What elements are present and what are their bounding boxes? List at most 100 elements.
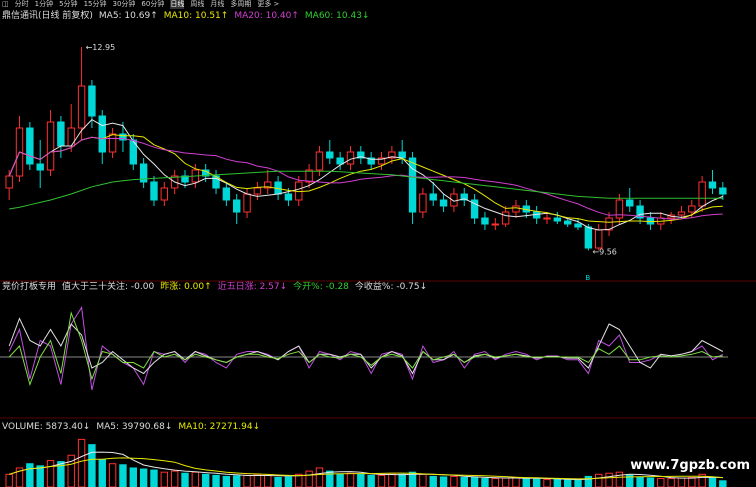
volume-bar xyxy=(139,468,148,487)
timeframe-tab[interactable]: 1分钟 xyxy=(35,0,53,9)
volume-bar xyxy=(470,476,479,487)
candle-body xyxy=(46,121,55,171)
volume-bar xyxy=(677,477,686,487)
volume-bar xyxy=(77,438,86,487)
indicator-v5: 今收益%: -0.75↓ xyxy=(354,282,428,292)
candle-body xyxy=(98,115,106,153)
price-header: 鼎信通讯(日线 前复权) MA5: 10.69↑ MA10: 10.51↑ MA… xyxy=(2,10,369,22)
volume-bar xyxy=(553,479,562,487)
volume-bar xyxy=(233,475,241,487)
volume-bar xyxy=(646,477,655,487)
timeframe-tab[interactable]: 月线 xyxy=(210,0,224,9)
indicator-name: 竞价打板专用 xyxy=(2,282,57,292)
candle-body xyxy=(150,181,158,201)
stock-title: 鼎信通讯(日线 前复权) xyxy=(2,11,93,21)
candle-body xyxy=(429,193,437,201)
ma10-value: MA10: 10.51↑ xyxy=(163,11,229,21)
volume-bar xyxy=(460,476,468,487)
low-price-label: ←9.56 xyxy=(592,247,617,256)
timeframe-tab[interactable]: 30分钟 xyxy=(112,0,135,9)
volume-bar xyxy=(388,473,396,487)
volume-value: VOLUME: 5873.40↓ xyxy=(2,422,91,432)
volume-bar xyxy=(212,474,220,487)
volume-bar xyxy=(160,471,169,487)
candle-body xyxy=(553,217,562,222)
volume-ma10: MA10: 27271.94↓ xyxy=(178,422,261,432)
ma5-value: MA5: 10.69↑ xyxy=(98,11,158,21)
timeframe-tab[interactable]: 更多 > xyxy=(257,0,279,9)
volume-bar xyxy=(150,469,158,487)
timeframe-tab[interactable]: 日线 xyxy=(170,0,185,9)
indicator-line-2 xyxy=(8,317,724,375)
candle-body xyxy=(284,193,293,201)
volume-bar xyxy=(605,472,613,487)
candle-body xyxy=(439,199,448,207)
candle-body xyxy=(253,187,262,195)
volume-bar xyxy=(584,475,593,487)
volume-bar xyxy=(98,458,106,487)
volume-bar xyxy=(429,475,437,487)
volume-ma5: MA5: 39790.68↓ xyxy=(96,422,173,432)
indicator-line-3 xyxy=(8,311,723,387)
ma60-value: MA60: 10.43↓ xyxy=(304,11,370,21)
volume-bar xyxy=(377,474,386,487)
timeframe-tab[interactable]: 5分钟 xyxy=(59,0,77,9)
candle-body xyxy=(326,151,334,159)
candle-body xyxy=(222,187,231,201)
indicator-chart[interactable] xyxy=(0,294,756,419)
candle-body xyxy=(481,217,489,225)
volume-bar xyxy=(170,470,179,487)
volume-bar xyxy=(574,479,582,487)
volume-bar xyxy=(357,473,365,487)
candle-body xyxy=(336,157,344,165)
timeframe-tab[interactable]: 多周期 xyxy=(230,0,251,9)
candle-body xyxy=(501,211,510,225)
candle-body xyxy=(574,223,582,228)
volume-bar xyxy=(688,476,696,487)
timeframe-tab[interactable]: 60分钟 xyxy=(141,0,164,9)
period-toolbar: ◫ 分时 1分钟 5分钟 15分钟 30分钟 60分钟 日线 周线 月线 多周期 更多 > xyxy=(0,0,756,9)
timeframe-tab[interactable]: 分时 xyxy=(15,0,29,9)
volume-bar xyxy=(398,473,406,487)
indicator-v2: 昨涨: 0.00↑ xyxy=(160,282,212,292)
timeframe-tab[interactable]: 15分钟 xyxy=(84,0,107,9)
volume-bar xyxy=(419,473,427,487)
buy-marker: B xyxy=(585,274,590,282)
candle-body xyxy=(626,199,634,207)
volume-bar xyxy=(450,475,458,487)
volume-bar xyxy=(191,471,200,487)
candle-body xyxy=(315,151,324,171)
candle-body xyxy=(419,193,427,213)
volume-bar xyxy=(543,479,551,487)
volume-bar xyxy=(708,476,717,487)
volume-bar xyxy=(336,473,344,487)
timeframe-tab[interactable]: 周线 xyxy=(190,0,204,9)
candle-body xyxy=(5,175,13,189)
candle-body xyxy=(595,229,603,249)
volume-bar xyxy=(284,476,293,487)
volume-bar xyxy=(491,478,499,487)
candle-body xyxy=(398,151,406,159)
ma20-value: MA20: 10.40↑ xyxy=(234,11,299,21)
candle-body xyxy=(543,217,551,220)
candle-body xyxy=(677,211,686,216)
volume-bar xyxy=(532,478,541,487)
volume-bar xyxy=(181,472,189,487)
volume-bar xyxy=(46,460,55,487)
volume-bar xyxy=(253,473,262,487)
volume-bar xyxy=(88,444,96,487)
candle-body xyxy=(688,205,696,213)
volume-bar xyxy=(129,467,137,487)
chart-icon[interactable]: ◫ xyxy=(2,0,9,9)
indicator-v1: 值大于三十关注: -0.00 xyxy=(62,282,155,292)
candle-body xyxy=(26,127,34,165)
volume-bar xyxy=(615,471,624,487)
volume-bar xyxy=(5,473,13,487)
price-chart[interactable]: ←12.95 ←9.56 B xyxy=(0,22,756,282)
volume-bar xyxy=(264,474,272,487)
indicator-header: 竞价打板专用 值大于三十关注: -0.00 昨涨: 0.00↑ 近五日涨: 2.… xyxy=(2,281,427,293)
candle-body xyxy=(584,226,593,249)
volume-bar xyxy=(595,473,603,487)
candle-body xyxy=(305,169,313,183)
candle-body xyxy=(57,121,65,147)
